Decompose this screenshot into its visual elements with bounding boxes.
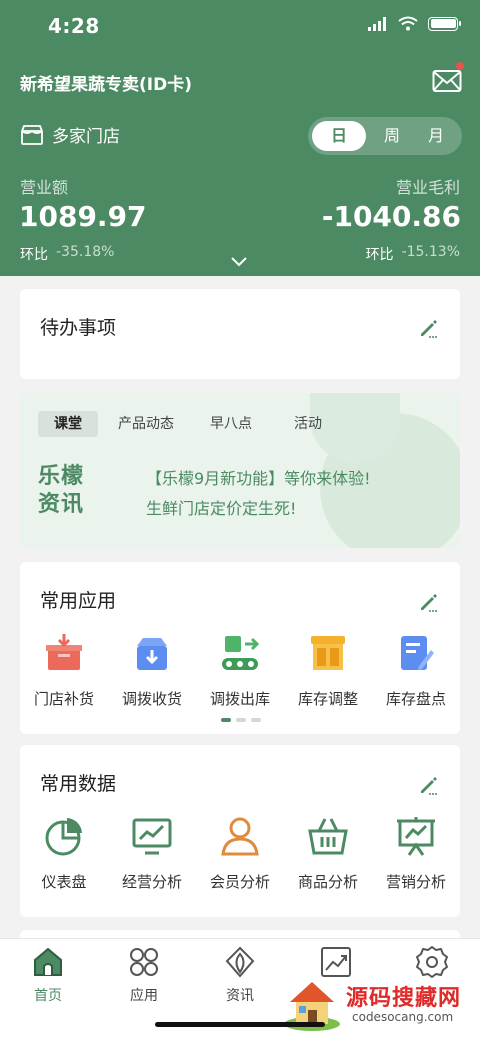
app-store-restock[interactable]: 门店补货: [20, 632, 108, 709]
segment-month[interactable]: 月: [414, 117, 458, 155]
apps-grid-icon: [130, 948, 158, 976]
data-label: 营销分析: [385, 873, 446, 891]
transfer-out-icon: [222, 636, 260, 670]
watermark-title: 源码搜藏网: [346, 986, 462, 1011]
todo-card: 待办事项: [20, 289, 460, 379]
revenue-value: 1089.97: [19, 200, 147, 233]
data-label: 仪表盘: [41, 873, 87, 891]
revenue-label: 营业额: [20, 178, 69, 197]
status-time: 4:28: [48, 14, 100, 38]
tab-apps[interactable]: 应用: [109, 945, 179, 1005]
mail-icon[interactable]: [432, 68, 462, 94]
data-marketing-analysis[interactable]: 营销分析: [372, 815, 460, 892]
home-indicator: [155, 1022, 325, 1027]
store-icon: [21, 124, 43, 145]
line-chart-monitor-icon: [132, 818, 172, 855]
app-label: 调拨收货: [121, 690, 182, 708]
data-dashboard[interactable]: 仪表盘: [20, 815, 108, 892]
period-segment-control: 日 周 月: [308, 117, 462, 155]
member-icon: [221, 817, 259, 856]
tab-news[interactable]: 资讯: [205, 945, 275, 1005]
multi-store-label: 多家门店: [52, 127, 120, 147]
common-apps-card: 常用应用 门店补货 调拨收货 调拨出库 库存调整 库存盘点: [20, 562, 460, 734]
presentation-board-icon: [397, 817, 435, 856]
tab-morning-eight[interactable]: 早八点: [194, 411, 268, 437]
watermark-url: codesocang.com: [352, 1010, 454, 1024]
app-label: 门店补货: [33, 690, 94, 708]
news-headline-2[interactable]: 生鲜门店定价定生死!: [146, 495, 296, 519]
app-label: 调拨出库: [209, 690, 270, 708]
revenue-comparison: 环比 -35.18%: [20, 244, 114, 264]
apps-grid: 门店补货 调拨收货 调拨出库 库存调整 库存盘点: [20, 632, 460, 709]
profit-comparison: 环比 -15.13%: [366, 244, 460, 264]
app-label: 库存盘点: [385, 690, 446, 708]
data-label: 商品分析: [297, 873, 358, 891]
multi-store-selector[interactable]: 多家门店: [20, 122, 120, 147]
edit-pencil-icon[interactable]: [418, 591, 440, 613]
basket-icon: [308, 818, 348, 855]
tab-product-news[interactable]: 产品动态: [102, 411, 190, 437]
transfer-receive-icon: [137, 638, 167, 670]
status-icons: [368, 16, 461, 31]
data-member-analysis[interactable]: 会员分析: [196, 815, 284, 892]
news-card[interactable]: 课堂 产品动态 早八点 活动 乐檬资讯 【乐檬9月新功能】等你来体验! 生鲜门店…: [20, 393, 460, 548]
segment-day[interactable]: 日: [312, 121, 366, 151]
apps-title: 常用应用: [40, 590, 117, 612]
tab-activities[interactable]: 活动: [278, 411, 338, 437]
edit-pencil-icon[interactable]: [418, 317, 440, 339]
dashboard-header: 4:28 新希望果蔬专卖(ID卡) 多家门店 日 周 月 营业额 营业毛利 10…: [0, 0, 480, 276]
data-title: 常用数据: [40, 773, 117, 795]
tab-home[interactable]: 首页: [13, 945, 83, 1005]
restock-box-icon: [46, 634, 82, 670]
revenue-cmp-value: -35.18%: [56, 244, 115, 260]
news-tabs: 课堂 产品动态 早八点 活动: [38, 411, 338, 437]
chevron-down-icon[interactable]: [230, 256, 248, 268]
app-inventory-adjust[interactable]: 库存调整: [284, 632, 372, 709]
tab-classroom[interactable]: 课堂: [38, 411, 98, 437]
edit-pencil-icon[interactable]: [418, 774, 440, 796]
revenue-cmp-label: 环比: [20, 247, 48, 263]
home-icon: [34, 947, 62, 976]
signal-icon: [368, 16, 386, 31]
news-leaf-icon: [225, 946, 255, 978]
news-headline-1[interactable]: 【乐檬9月新功能】等你来体验!: [146, 465, 371, 489]
wifi-icon: [398, 16, 418, 31]
app-transfer-out[interactable]: 调拨出库: [196, 632, 284, 709]
news-logo: 乐檬资讯: [38, 464, 85, 517]
profit-label: 营业毛利: [395, 178, 460, 197]
page-indicator: [221, 718, 261, 722]
app-home-screen: 4:28 新希望果蔬专卖(ID卡) 多家门店 日 周 月 营业额 营业毛利 10…: [0, 0, 480, 1038]
todo-title: 待办事项: [40, 317, 117, 339]
data-grid: 仪表盘 经营分析 会员分析 商品分析 营销分析: [20, 815, 460, 892]
data-label: 会员分析: [209, 873, 270, 891]
app-inventory-check[interactable]: 库存盘点: [372, 632, 460, 709]
profit-cmp-value: -15.13%: [401, 244, 460, 260]
app-transfer-receive[interactable]: 调拨收货: [108, 632, 196, 709]
segment-week[interactable]: 周: [370, 117, 414, 155]
warehouse-icon: [311, 636, 345, 670]
unread-badge: [456, 62, 464, 70]
battery-icon: [428, 16, 461, 31]
data-label: 经营分析: [121, 873, 182, 891]
inventory-check-icon: [401, 636, 434, 670]
data-product-analysis[interactable]: 商品分析: [284, 815, 372, 892]
tab-label: 资讯: [226, 988, 254, 1004]
store-name[interactable]: 新希望果蔬专卖(ID卡): [20, 70, 192, 95]
profit-cmp-label: 环比: [365, 247, 394, 263]
data-business-analysis[interactable]: 经营分析: [108, 815, 196, 892]
profit-value: -1040.86: [321, 200, 461, 233]
pie-chart-icon: [45, 818, 82, 856]
common-data-card: 常用数据 仪表盘 经营分析 会员分析 商品分析 营销分析: [20, 745, 460, 917]
tab-label: 首页: [34, 988, 62, 1004]
app-label: 库存调整: [297, 690, 358, 708]
tab-label: 应用: [130, 988, 158, 1004]
